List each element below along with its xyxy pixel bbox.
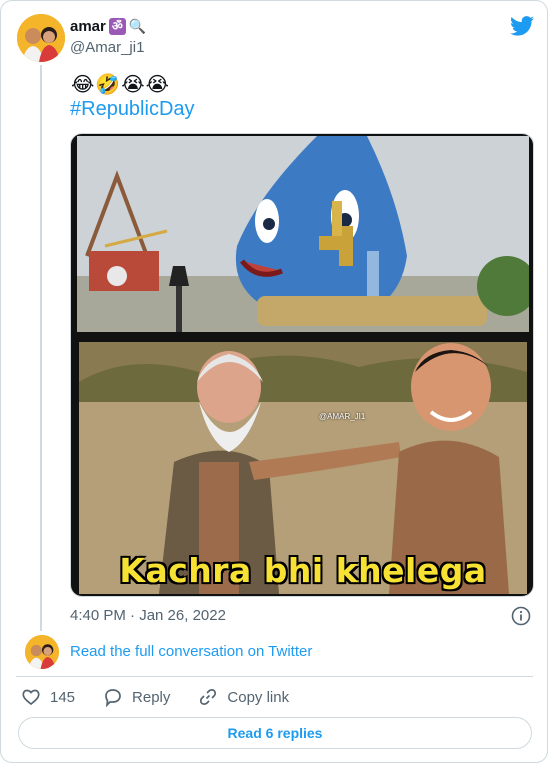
heart-icon <box>22 689 40 706</box>
read-replies-button[interactable]: Read 6 replies <box>18 717 532 749</box>
magnifier-badge: 🔍 <box>128 18 147 35</box>
reply-bubble-icon <box>105 689 121 707</box>
read-full-conversation-link[interactable]: Read the full conversation on Twitter <box>70 643 312 660</box>
thread-line <box>40 65 42 631</box>
reply-button[interactable]: Reply <box>103 687 170 707</box>
author-avatar[interactable] <box>17 14 65 62</box>
author-name[interactable]: amar ॐ 🔍 <box>70 18 146 35</box>
like-count: 145 <box>50 688 76 706</box>
meme-caption: Kachra bhi khelega <box>119 551 487 590</box>
author-handle[interactable]: @Amar_ji1 <box>70 39 144 56</box>
info-icon[interactable] <box>511 606 531 626</box>
divider <box>16 676 533 677</box>
copy-link-label: Copy link <box>227 688 290 706</box>
copy-link-button[interactable]: Copy link <box>198 687 289 707</box>
tweet-emojis: 😂🤣😭😭 <box>71 72 171 96</box>
om-badge: ॐ <box>108 18 126 35</box>
tweet-timestamp[interactable]: 4:40 PM · Jan 26, 2022 <box>70 607 226 624</box>
like-button[interactable]: 145 <box>21 687 75 707</box>
media-watermark: @AMAR_JI1 <box>319 412 366 421</box>
link-icon <box>200 689 217 705</box>
tweet-media-image[interactable]: @AMAR_JI1 Kachra bhi khelega <box>70 133 534 597</box>
tweet-actions: 145 Reply Copy link <box>21 686 317 708</box>
meme-bottom-panel: @AMAR_JI1 Kachra bhi khelega <box>79 342 527 594</box>
twitter-bird-icon[interactable] <box>510 16 534 36</box>
meme-top-panel <box>77 136 529 332</box>
tweet-card: amar ॐ 🔍 @Amar_ji1 😂🤣😭😭 #RepublicDay @AM… <box>0 0 548 763</box>
author-name-text[interactable]: amar <box>70 18 106 35</box>
reply-label: Reply <box>132 688 171 706</box>
hashtag-link[interactable]: #RepublicDay <box>70 98 195 121</box>
viewer-avatar[interactable] <box>25 635 59 669</box>
